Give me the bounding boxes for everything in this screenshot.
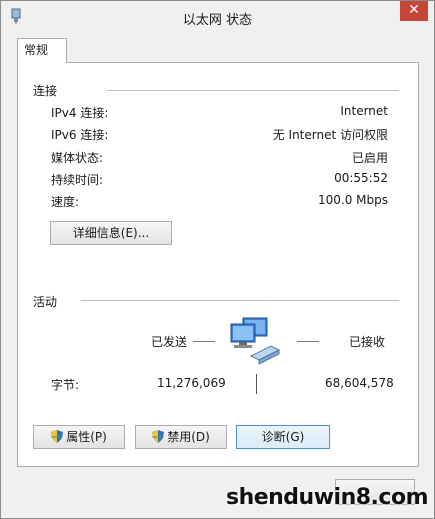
network-activity-icon [230, 317, 281, 365]
properties-button-label: 属性(P) [66, 430, 107, 444]
ipv6-connectivity-label: IPv6 连接: [51, 128, 109, 142]
disable-button[interactable]: 禁用(D) [135, 425, 227, 449]
duration-value: 00:55:52 [334, 171, 388, 185]
title-bar[interactable]: 以太网 状态 ✕ [1, 1, 434, 32]
bytes-label: 字节: [51, 378, 80, 392]
uac-shield-icon [152, 430, 165, 443]
media-state-label: 媒体状态: [51, 151, 104, 165]
site-watermark: shenduwin8.com [225, 485, 429, 510]
tab-general[interactable]: 常规 [17, 38, 67, 63]
bytes-sent-value: 11,276,069 [157, 376, 226, 390]
bytes-received-value: 68,604,578 [325, 376, 394, 390]
disable-button-label: 禁用(D) [167, 430, 210, 444]
ipv4-connectivity-value: Internet [340, 104, 388, 118]
diagnose-button[interactable]: 诊断(G) [236, 425, 330, 449]
received-connector-line [297, 341, 319, 342]
ipv4-connectivity-label: IPv4 连接: [51, 106, 109, 120]
uac-shield-icon [51, 430, 64, 443]
close-icon: ✕ [408, 2, 420, 18]
speed-value: 100.0 Mbps [317, 193, 388, 207]
connection-group-divider [107, 90, 399, 91]
activity-group-divider [81, 300, 399, 301]
details-button[interactable]: 详细信息(E)... [50, 221, 172, 245]
activity-group-label: 活动 [33, 295, 58, 309]
duration-label: 持续时间: [51, 173, 104, 187]
received-label: 已接收 [349, 335, 386, 349]
sent-label: 已发送 [151, 335, 188, 349]
ipv6-connectivity-value: 无 Internet 访问权限 [272, 128, 388, 142]
properties-button[interactable]: 属性(P) [33, 425, 125, 449]
media-state-value: 已启用 [351, 151, 388, 165]
window-title: 以太网 状态 [182, 13, 253, 28]
sent-connector-line [193, 341, 215, 342]
status-window: 以太网 状态 ✕ 常规 连接 IPv4 连接: Internet IPv6 连接… [0, 0, 435, 519]
close-button[interactable]: ✕ [400, 1, 428, 21]
speed-label: 速度: [51, 195, 80, 209]
connection-group-label: 连接 [33, 84, 58, 98]
bytes-divider [256, 374, 257, 394]
general-panel [17, 62, 419, 467]
